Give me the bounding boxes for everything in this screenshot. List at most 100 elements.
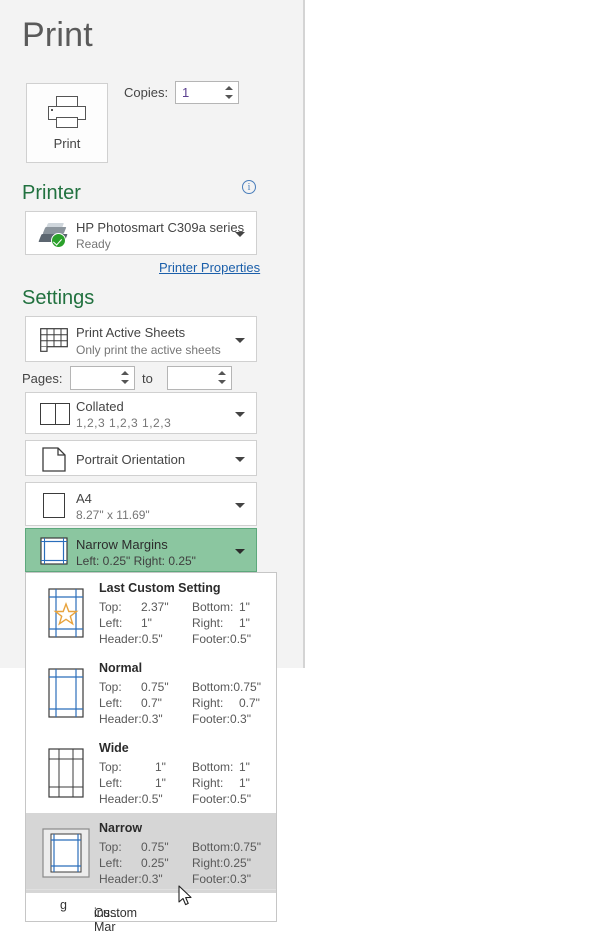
margins-narrow-icon — [41, 827, 91, 879]
collate-icon — [40, 403, 70, 425]
printer-name: HP Photosmart C309a series — [76, 220, 245, 235]
print-what-select[interactable]: Print Active Sheets Only print the activ… — [25, 316, 257, 362]
collation-title: Collated — [76, 399, 124, 414]
printer-properties-link[interactable]: Printer Properties — [159, 260, 260, 275]
print-button-label: Print — [53, 135, 81, 151]
orientation-select[interactable]: Portrait Orientation — [25, 440, 257, 476]
collation-subtitle: 1,2,3 1,2,3 1,2,3 — [76, 416, 172, 430]
page-title: Print — [22, 16, 93, 54]
copies-label: Copies: — [124, 85, 169, 100]
worksheet-grid-icon — [40, 328, 68, 352]
spin-down-icon[interactable] — [218, 380, 226, 384]
pages-to-label: to — [142, 371, 153, 386]
pages-from-spin-buttons[interactable] — [117, 367, 134, 388]
pages-from-input[interactable] — [71, 367, 117, 389]
footer-value: Footer:0.3" — [192, 872, 251, 886]
paper-size-subtitle: 8.27" x 11.69" — [76, 508, 150, 522]
header-value: Header:0.3" — [99, 872, 163, 886]
header-value: Header:0.5" — [99, 792, 163, 806]
chevron-down-icon[interactable] — [235, 503, 245, 508]
copies-input[interactable] — [176, 82, 221, 103]
header-value: Header:0.5" — [99, 632, 163, 646]
pages-label: Pages: — [22, 371, 63, 386]
menu-item-values: Top: 2.37" Bottom: 1" Left: 1" Right: 1"… — [99, 600, 267, 648]
print-button[interactable]: Print — [26, 83, 108, 163]
chevron-down-icon[interactable] — [235, 232, 245, 237]
menu-item-normal[interactable]: Normal Top: 0.75" Bottom:0.75" Left: 0.7… — [26, 653, 276, 733]
right-label: Right: — [192, 776, 224, 790]
margins-subtitle: Left: 0.25" Right: 0.25" — [76, 554, 196, 568]
orientation-title: Portrait Orientation — [76, 452, 186, 467]
green-check-icon — [51, 233, 66, 248]
right-value: 0.7" — [239, 696, 260, 710]
margins-select[interactable]: Narrow Margins Left: 0.25" Right: 0.25" — [25, 528, 257, 572]
left-label: Left: — [99, 776, 123, 790]
pages-to-stepper[interactable] — [167, 366, 232, 390]
top-value: 1" — [155, 760, 166, 774]
spin-up-icon[interactable] — [225, 86, 233, 90]
pages-to-spin-buttons[interactable] — [214, 367, 231, 388]
menu-item-title: Last Custom Setting — [99, 581, 221, 595]
bottom-value: Bottom:0.75" — [192, 680, 261, 694]
menu-item-last-custom-setting[interactable]: Last Custom Setting Top: 2.37" Bottom: 1… — [26, 573, 276, 653]
print-what-subtitle: Only print the active sheets — [76, 343, 221, 357]
left-value: 0.25" — [141, 856, 169, 870]
menu-item-title: Wide — [99, 741, 129, 755]
top-label: Top: — [99, 680, 122, 694]
portrait-page-icon — [42, 447, 66, 472]
margins-title: Narrow Margins — [76, 537, 168, 552]
left-value: 1" — [141, 616, 152, 630]
spin-down-icon[interactable] — [121, 380, 129, 384]
right-value: 1" — [239, 616, 250, 630]
menu-item-narrow[interactable]: Narrow Top: 0.75" Bottom:0.75" Left: 0.2… — [26, 813, 276, 893]
pages-to-input[interactable] — [168, 367, 214, 389]
chevron-down-icon[interactable] — [235, 412, 245, 417]
spin-up-icon[interactable] — [121, 371, 129, 375]
bottom-label: Bottom: — [192, 600, 234, 614]
right-value: 1" — [239, 776, 250, 790]
left-value: 1" — [155, 776, 166, 790]
printer-select[interactable]: HP Photosmart C309a series Ready — [25, 211, 257, 255]
bottom-label: Bottom: — [192, 760, 234, 774]
print-settings-pane: Print Print Copies: Printer i HP Photosm… — [0, 0, 304, 668]
footer-value: Footer:0.5" — [192, 792, 251, 806]
settings-section-heading: Settings — [22, 287, 95, 309]
top-label: Top: — [99, 840, 122, 854]
margins-custom-star-icon — [41, 587, 91, 639]
menu-item-title: Normal — [99, 661, 143, 675]
menu-item-values: Top: 0.75" Bottom:0.75" Left: 0.25" Righ… — [99, 840, 267, 888]
menu-item-wide[interactable]: Wide Top: 1" Bottom: 1" Left: 1" Right: … — [26, 733, 276, 813]
margins-icon — [40, 537, 68, 565]
margins-normal-icon — [41, 667, 91, 719]
left-label: Left: — [99, 696, 123, 710]
top-label: Top: — [99, 600, 122, 614]
margins-wide-icon — [41, 747, 91, 799]
chevron-down-icon[interactable] — [235, 549, 245, 554]
mouse-cursor — [178, 885, 192, 906]
paper-size-title: A4 — [76, 491, 92, 506]
bottom-value: 1" — [239, 600, 250, 614]
custom-margins-label: Custom Mar g ins... — [60, 898, 138, 934]
chevron-down-icon[interactable] — [235, 338, 245, 343]
copies-stepper[interactable] — [175, 81, 239, 104]
paper-sheet-icon — [43, 493, 65, 518]
paper-size-select[interactable]: A4 8.27" x 11.69" — [25, 482, 257, 526]
copies-spin-buttons[interactable] — [221, 82, 238, 103]
footer-value: Footer:0.5" — [192, 632, 251, 646]
top-value: 0.75" — [141, 680, 169, 694]
right-value: Right:0.25" — [192, 856, 251, 870]
spin-down-icon[interactable] — [225, 95, 233, 99]
right-label: Right: — [192, 696, 224, 710]
custom-margins-menu-item[interactable]: Custom Mar g ins... — [26, 889, 276, 934]
pages-from-stepper[interactable] — [70, 366, 135, 390]
margins-dropdown-menu: Last Custom Setting Top: 2.37" Bottom: 1… — [25, 572, 277, 934]
spin-up-icon[interactable] — [218, 371, 226, 375]
printer-icon — [48, 95, 86, 128]
collation-select[interactable]: Collated 1,2,3 1,2,3 1,2,3 — [25, 392, 257, 434]
info-icon[interactable]: i — [242, 180, 256, 194]
bottom-value: 1" — [239, 760, 250, 774]
menu-item-title: Narrow — [99, 821, 143, 835]
menu-item-values: Top: 0.75" Bottom:0.75" Left: 0.7" Right… — [99, 680, 267, 728]
chevron-down-icon[interactable] — [235, 457, 245, 462]
bottom-value: Bottom:0.75" — [192, 840, 261, 854]
